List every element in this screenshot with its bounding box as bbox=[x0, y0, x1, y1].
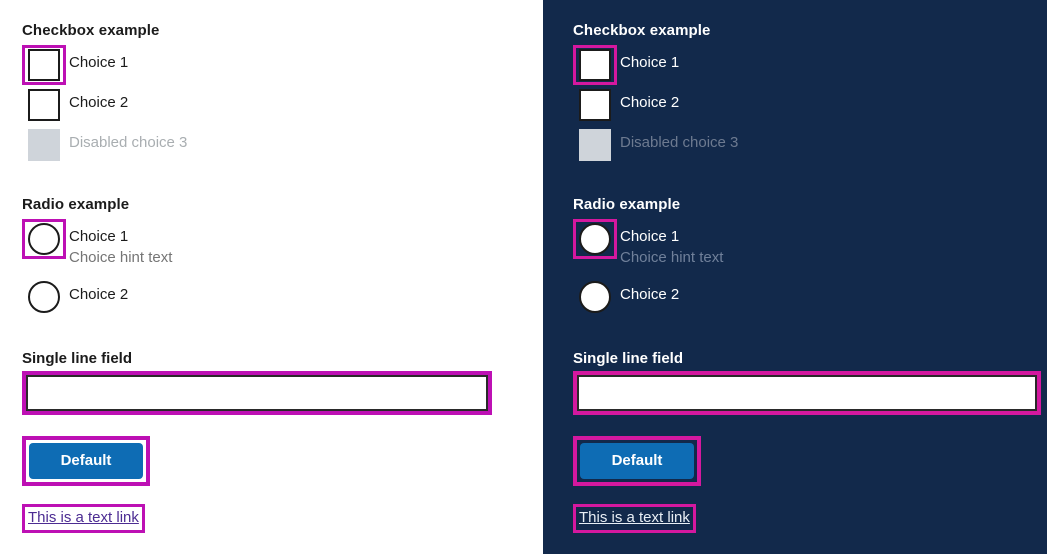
checkbox-label-choice-1: Choice 1 bbox=[69, 54, 129, 71]
checkbox-text-choice-1-dark: Choice 1 bbox=[620, 45, 679, 73]
checkbox-row-disabled-choice-3-dark: Disabled choice 3 bbox=[573, 125, 1047, 165]
radio-label-choice-1: Choice 1 bbox=[69, 228, 129, 245]
radio-icon-choice-2[interactable] bbox=[28, 281, 60, 313]
radio-text-choice-1-dark: Choice 1 Choice hint text bbox=[620, 219, 723, 268]
checkbox-label-choice-2-dark: Choice 2 bbox=[620, 94, 680, 111]
dark-theme-panel: Checkbox example Choice 1 Choice 2 Disab… bbox=[543, 0, 1047, 554]
radio-label-choice-2: Choice 2 bbox=[69, 286, 129, 303]
radio-icon-choice-1[interactable] bbox=[28, 223, 60, 255]
radio-icon-choice-1-dark[interactable] bbox=[579, 223, 611, 255]
checkbox-label-disabled-choice-3-dark: Disabled choice 3 bbox=[620, 134, 739, 151]
checkbox-icon-choice-1[interactable] bbox=[28, 49, 60, 81]
radio-wrap-choice-2-dark bbox=[573, 277, 617, 317]
single-line-field-group-dark: Single line field bbox=[573, 350, 1047, 415]
radio-text-choice-1: Choice 1 Choice hint text bbox=[69, 219, 172, 268]
single-line-field-label-dark: Single line field bbox=[573, 350, 684, 367]
checkbox-icon-choice-1-dark[interactable] bbox=[579, 49, 611, 81]
checkbox-text-disabled-choice-3: Disabled choice 3 bbox=[69, 125, 187, 153]
radio-focus-ring-choice-1 bbox=[22, 219, 66, 259]
radio-row-choice-2-dark[interactable]: Choice 2 bbox=[573, 277, 1047, 317]
checkbox-icon-choice-2-dark[interactable] bbox=[579, 89, 611, 121]
checkbox-label-disabled-choice-3: Disabled choice 3 bbox=[69, 134, 188, 151]
checkbox-text-disabled-choice-3-dark: Disabled choice 3 bbox=[620, 125, 738, 153]
text-link-focus-ring: This is a text link bbox=[22, 504, 145, 533]
text-link[interactable]: This is a text link bbox=[28, 509, 139, 527]
checkbox-label-choice-1-dark: Choice 1 bbox=[620, 54, 680, 71]
checkbox-row-choice-1[interactable]: Choice 1 bbox=[22, 45, 543, 85]
checkbox-group-dark: Checkbox example Choice 1 Choice 2 Disab… bbox=[573, 22, 1047, 165]
checkbox-icon-disabled-choice-3-dark bbox=[579, 129, 611, 161]
radio-group-dark: Radio example Choice 1 Choice hint text … bbox=[573, 196, 1047, 317]
single-line-field-focus-ring bbox=[22, 371, 492, 415]
radio-hint-choice-1: Choice hint text bbox=[69, 249, 173, 266]
radio-text-choice-2: Choice 2 bbox=[69, 277, 128, 305]
radio-row-choice-2[interactable]: Choice 2 bbox=[22, 277, 543, 317]
checkbox-text-choice-2-dark: Choice 2 bbox=[620, 85, 679, 113]
single-line-field-input-dark[interactable] bbox=[577, 375, 1037, 411]
checkbox-text-choice-1: Choice 1 bbox=[69, 45, 128, 73]
text-link-focus-ring-dark: This is a text link bbox=[573, 504, 696, 533]
radio-group-light: Radio example Choice 1 Choice hint text … bbox=[22, 196, 543, 317]
checkbox-label-choice-2: Choice 2 bbox=[69, 94, 129, 111]
text-link-dark[interactable]: This is a text link bbox=[579, 509, 690, 527]
checkbox-wrap-choice-2 bbox=[22, 85, 66, 125]
checkbox-group-light: Checkbox example Choice 1 Choice 2 Disab… bbox=[22, 22, 543, 165]
radio-label-choice-2-dark: Choice 2 bbox=[620, 286, 680, 303]
checkbox-wrap-disabled-choice-3 bbox=[22, 125, 66, 165]
single-line-field-focus-ring-dark bbox=[573, 371, 1041, 415]
radio-icon-choice-2-dark[interactable] bbox=[579, 281, 611, 313]
checkbox-group-heading: Checkbox example bbox=[22, 22, 160, 39]
radio-text-choice-2-dark: Choice 2 bbox=[620, 277, 679, 305]
checkbox-row-disabled-choice-3: Disabled choice 3 bbox=[22, 125, 543, 165]
checkbox-row-choice-1-dark[interactable]: Choice 1 bbox=[573, 45, 1047, 85]
checkbox-row-choice-2-dark[interactable]: Choice 2 bbox=[573, 85, 1047, 125]
radio-group-heading: Radio example bbox=[22, 196, 130, 213]
light-theme-panel: Checkbox example Choice 1 Choice 2 Disab… bbox=[0, 0, 543, 554]
checkbox-row-choice-2[interactable]: Choice 2 bbox=[22, 85, 543, 125]
checkbox-wrap-choice-2-dark bbox=[573, 85, 617, 125]
checkbox-focus-ring-choice-1 bbox=[22, 45, 66, 85]
checkbox-text-choice-2: Choice 2 bbox=[69, 85, 128, 113]
default-button-dark[interactable]: Default bbox=[580, 443, 694, 479]
single-line-field-label: Single line field bbox=[22, 350, 133, 367]
form-controls-comparison: Checkbox example Choice 1 Choice 2 Disab… bbox=[0, 0, 1047, 554]
radio-hint-choice-1-dark: Choice hint text bbox=[620, 249, 724, 266]
radio-label-choice-1-dark: Choice 1 bbox=[620, 228, 680, 245]
radio-focus-ring-choice-1-dark bbox=[573, 219, 617, 259]
single-line-field-input[interactable] bbox=[26, 375, 488, 411]
radio-row-choice-1[interactable]: Choice 1 Choice hint text bbox=[22, 219, 543, 266]
radio-wrap-choice-2 bbox=[22, 277, 66, 317]
single-line-field-group-light: Single line field bbox=[22, 350, 543, 415]
radio-row-choice-1-dark[interactable]: Choice 1 Choice hint text bbox=[573, 219, 1047, 266]
default-button-focus-ring-dark: Default bbox=[573, 436, 701, 486]
default-button-focus-ring: Default bbox=[22, 436, 150, 486]
checkbox-wrap-disabled-choice-3-dark bbox=[573, 125, 617, 165]
radio-group-heading-dark: Radio example bbox=[573, 196, 681, 213]
default-button[interactable]: Default bbox=[29, 443, 143, 479]
checkbox-icon-choice-2[interactable] bbox=[28, 89, 60, 121]
checkbox-focus-ring-choice-1-dark bbox=[573, 45, 617, 85]
checkbox-group-heading-dark: Checkbox example bbox=[573, 22, 711, 39]
checkbox-icon-disabled-choice-3 bbox=[28, 129, 60, 161]
